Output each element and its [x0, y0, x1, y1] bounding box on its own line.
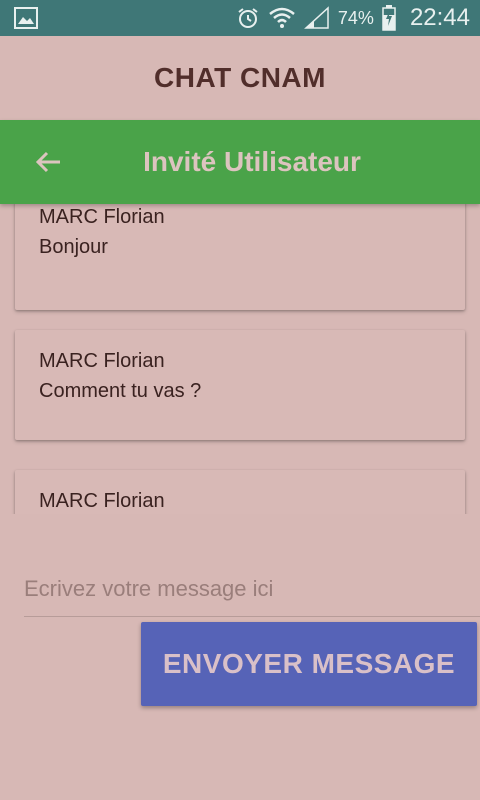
message-author: MARC Florian [39, 350, 165, 372]
message-author: MARC Florian [39, 490, 165, 512]
send-message-button[interactable]: ENVOYER MESSAGE [141, 622, 477, 706]
toolbar: Invité Utilisateur [0, 120, 480, 204]
conversation-title: Invité Utilisateur [143, 146, 361, 177]
app-title: CHAT CNAM [154, 62, 326, 93]
message-list[interactable]: MARC Florian Bonjour MARC Florian Commen… [0, 204, 480, 514]
wifi-icon [269, 7, 295, 28]
status-bar: 74% 22:44 [0, 0, 480, 36]
message-text: Comment tu vas ? [39, 380, 202, 402]
message-card[interactable]: MARC Florian [15, 470, 465, 514]
message-card[interactable]: MARC Florian Comment tu vas ? [15, 330, 465, 440]
battery-percent: 74% [337, 7, 374, 28]
alarm-icon [238, 8, 258, 28]
message-card[interactable]: MARC Florian Bonjour [15, 204, 465, 310]
battery-charging-icon [382, 5, 396, 31]
message-author: MARC Florian [39, 206, 165, 228]
message-input-field [24, 564, 480, 617]
message-input[interactable] [24, 564, 480, 614]
message-text: Bonjour [39, 236, 108, 258]
gallery-icon [14, 7, 38, 29]
signal-icon [303, 6, 329, 29]
clock: 22:44 [409, 4, 470, 31]
